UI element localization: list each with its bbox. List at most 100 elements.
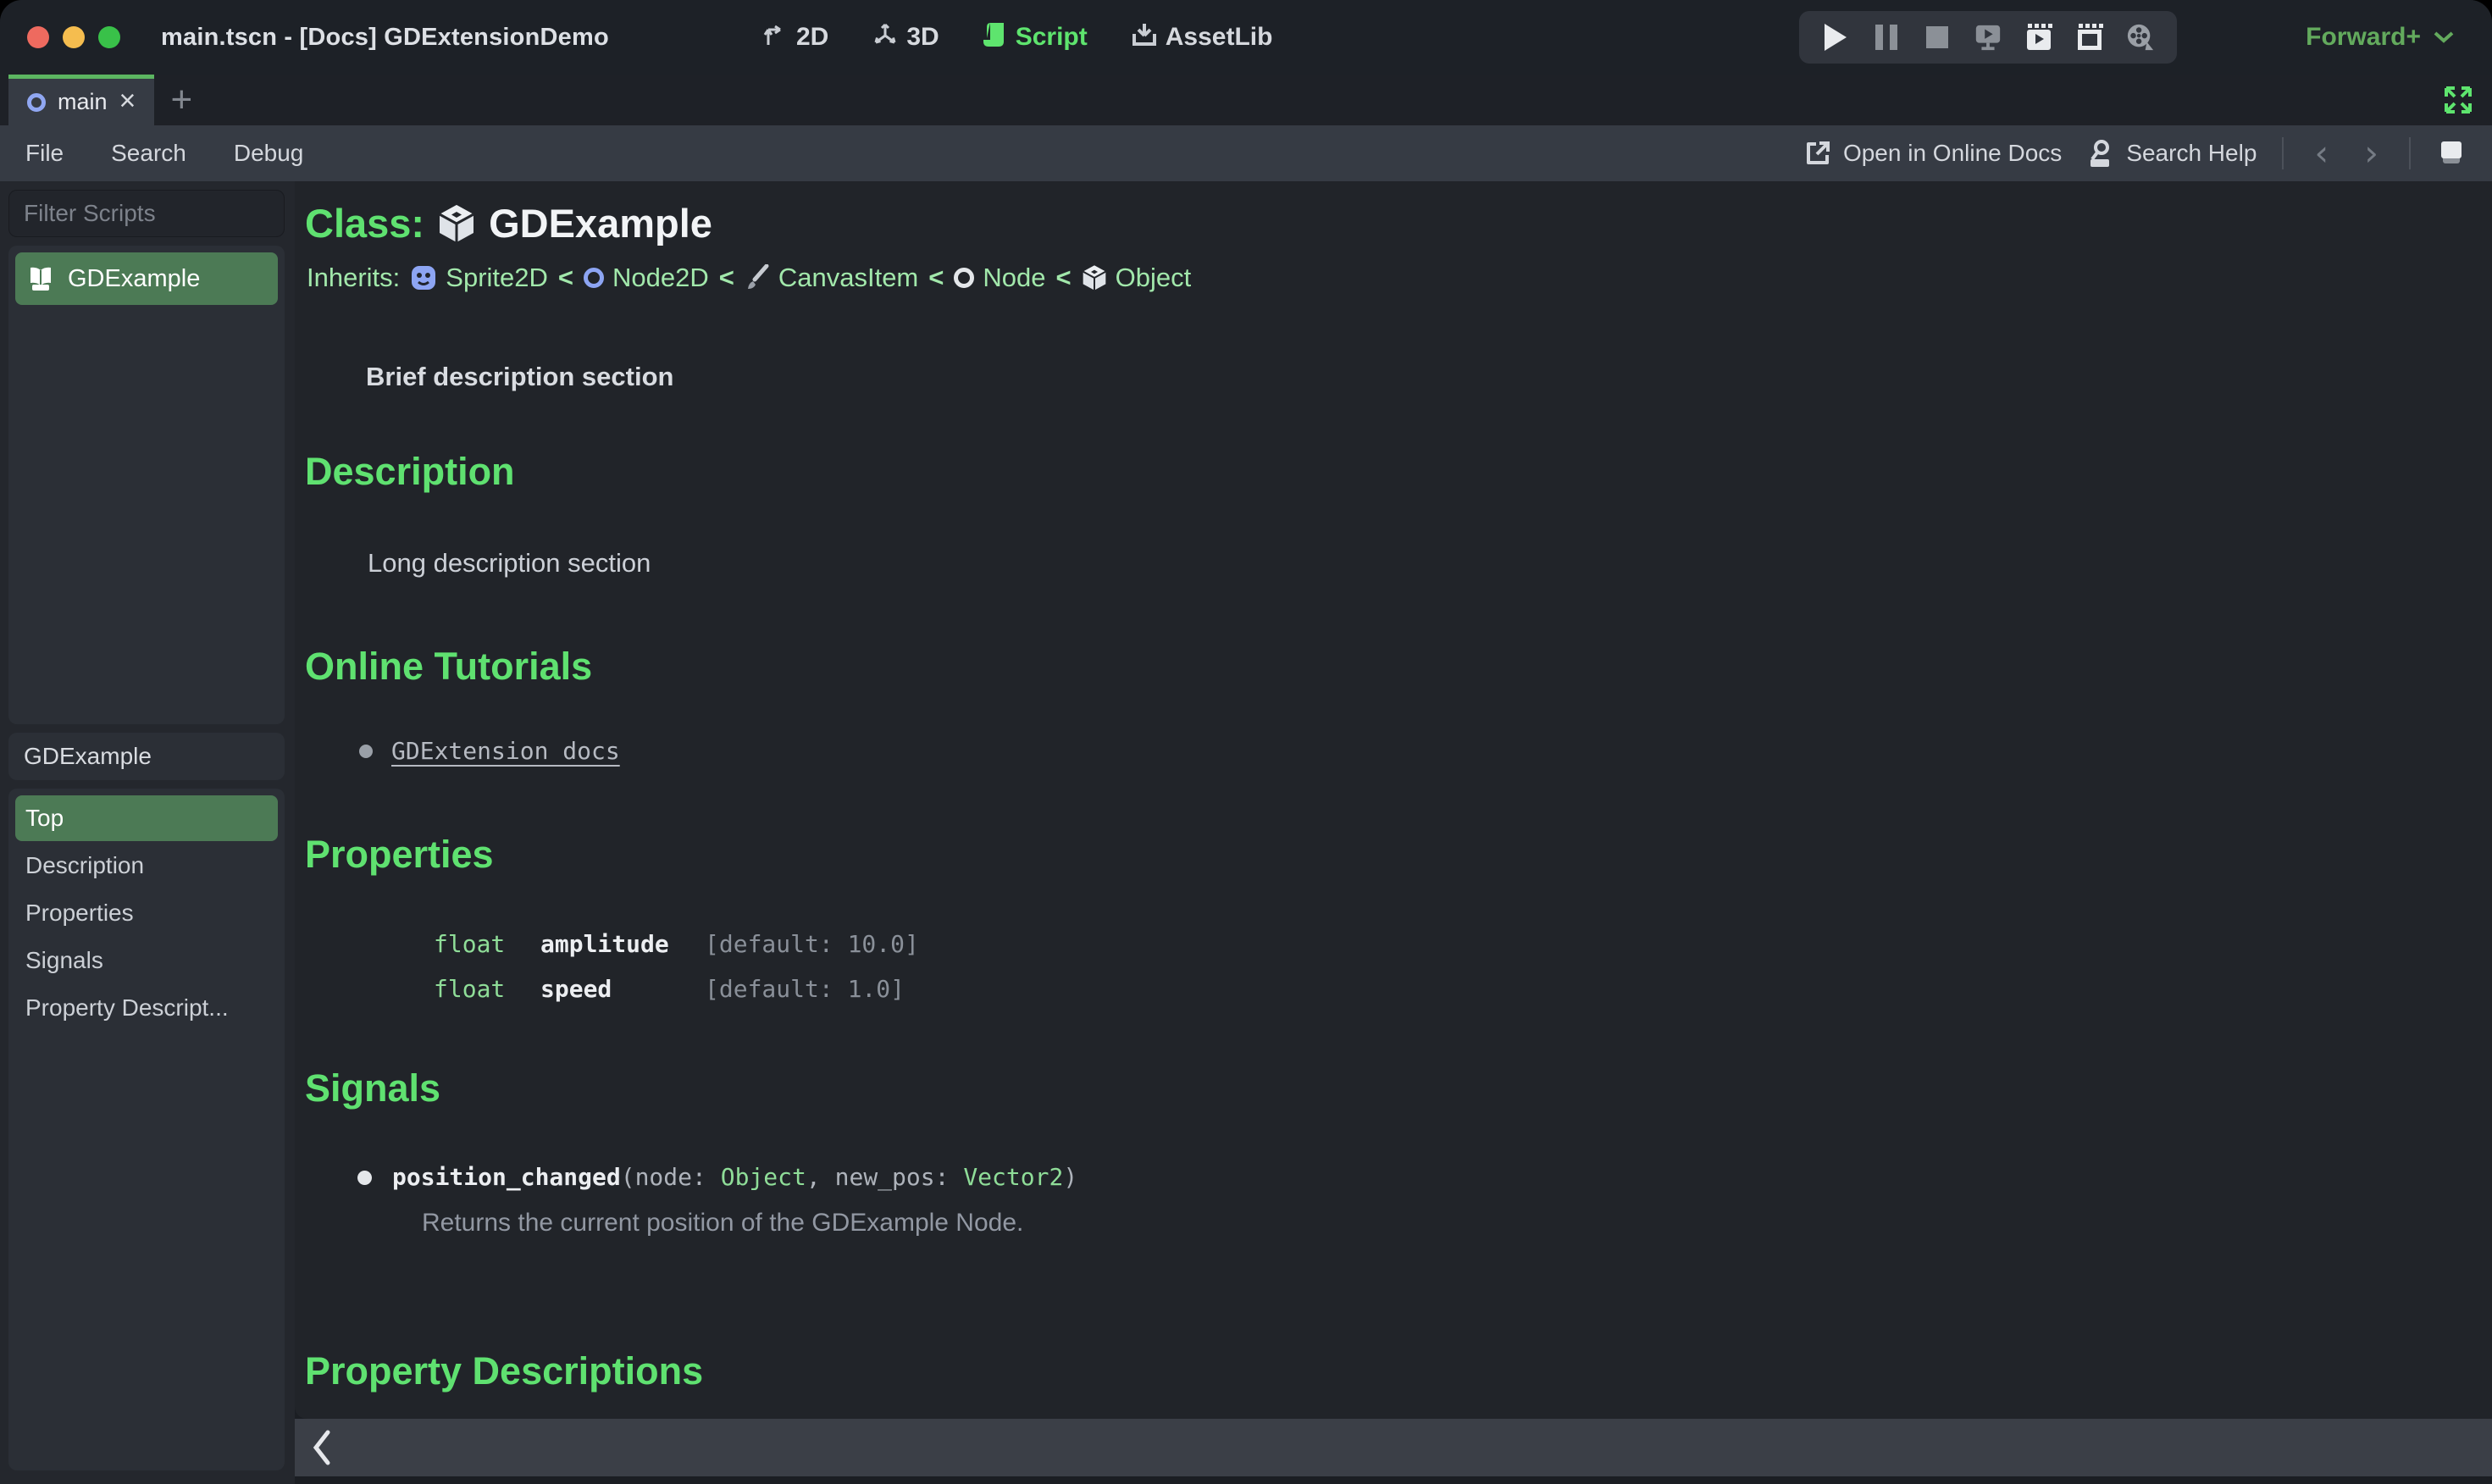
minimize-window-button[interactable] [63,26,85,48]
properties-heading: Properties [305,833,494,876]
class-doc-panel: Class: GDExample Inherits: Sprite2D < No… [295,181,2492,1419]
member-item-property-descriptions[interactable]: Property Descript... [15,985,278,1031]
playback-toolbar [1799,11,2177,64]
member-item-top[interactable]: Top [15,795,278,841]
external-link-icon [1806,141,1830,164]
search-help-icon [2091,140,2110,167]
history-back-button[interactable]: ‹ [2309,136,2334,171]
member-item-signals[interactable]: Signals [15,938,278,983]
property-default: [default: 10.0] [705,930,919,958]
node2d-icon [584,268,604,288]
remote-debug-button[interactable] [1974,23,2002,52]
node-icon [954,268,975,288]
inherits-node2d-link[interactable]: Node2D [584,261,709,295]
object-type-link[interactable]: Object [721,1163,806,1191]
bottom-filler [295,1476,2492,1484]
script-item-gdexample[interactable]: GDExample [15,252,278,305]
movie-maker-button[interactable] [2126,23,2155,52]
menu-debug[interactable]: Debug [234,140,304,167]
inherits-canvasitem-link[interactable]: CanvasItem [745,261,918,295]
filter-scripts-input[interactable] [22,199,331,228]
scripts-sidebar: GDExample GDExample Top Description Prop… [0,181,331,1484]
vector2-type-link[interactable]: Vector2 [963,1163,1063,1191]
property-type-link[interactable]: float [434,930,540,958]
object-cube-icon [439,205,474,242]
workspace-script-button[interactable]: Script [983,21,1088,53]
member-item-properties[interactable]: Properties [15,890,278,936]
open-online-docs-button[interactable]: Open in Online Docs [1804,140,2062,167]
workspace-2d-button[interactable]: 2D [762,22,828,53]
property-name[interactable]: speed [540,975,705,1003]
menu-file[interactable]: File [25,140,64,167]
signal-bullet-icon [357,1170,372,1185]
online-tutorials-heading: Online Tutorials [305,645,593,688]
menu-items: File Search Debug [25,140,303,167]
class-name: GDExample [489,201,712,246]
distraction-free-button[interactable] [2441,83,2475,117]
history-forward-button[interactable]: › [2359,136,2384,171]
brief-description: Brief description section [366,362,674,391]
stop-icon [1926,26,1948,48]
property-type-link[interactable]: float [434,975,540,1003]
separator [2282,137,2284,169]
property-descriptions-heading: Property Descriptions [305,1349,704,1393]
play-button[interactable] [1821,23,1850,52]
doc-main-area: Class: GDExample Inherits: Sprite2D < No… [295,181,2492,1484]
3d-icon [872,22,898,53]
tutorial-item: GDExtension docs [359,735,2492,767]
member-panel-header: GDExample [8,732,285,780]
close-window-button[interactable] [27,26,49,48]
menu-right-tools: Open in Online Docs Search Help ‹ › [1804,136,2467,171]
play-custom-scene-icon [2078,24,2103,50]
panels-icon[interactable] [2436,138,2467,169]
remote-debug-icon [1975,25,2001,51]
canvasitem-brush-icon [747,264,769,289]
property-name[interactable]: amplitude [540,930,705,958]
movie-maker-icon [2127,24,2154,51]
renderer-label: Forward+ [2306,23,2421,51]
stop-button[interactable] [1923,23,1952,52]
gdextension-docs-link[interactable]: GDExtension docs [391,735,620,767]
inherits-line: Inherits: Sprite2D < Node2D < CanvasItem [307,261,2492,295]
chevron-down-icon [2434,31,2454,43]
class-label: Class: [305,201,425,246]
class-title: Class: GDExample [305,200,2492,247]
script-icon [983,21,1007,53]
pause-button[interactable] [1872,23,1901,52]
signal-signature: position_changed(node: Object, new_pos: … [392,1163,1078,1191]
renderer-selector[interactable]: Forward+ [2306,0,2455,75]
play-scene-button[interactable] [2024,23,2053,52]
2d-icon [762,22,788,53]
close-tab-icon[interactable]: × [119,86,136,115]
object-cube-icon [1082,265,1106,291]
menu-search[interactable]: Search [111,140,186,167]
node2d-icon [27,92,46,112]
collapse-panel-chevron-icon[interactable] [310,1429,332,1466]
inherits-sprite2d-link[interactable]: Sprite2D [410,261,548,295]
play-custom-scene-button[interactable] [2075,23,2104,52]
sprite2d-icon [412,266,436,290]
scripts-list: GDExample [8,246,285,724]
property-default: [default: 1.0] [705,975,905,1003]
signals-heading: Signals [305,1066,441,1110]
tab-main[interactable]: main × [8,75,155,125]
play-scene-icon [2027,24,2052,50]
description-heading: Description [305,450,515,493]
add-tab-button[interactable]: + [154,75,208,125]
godot-editor-window: main.tscn - [Docs] GDExtensionDemo 2D 3D… [0,0,2492,1484]
expand-icon [2445,86,2472,114]
doc-book-icon [30,267,51,291]
description-body: Long description section [368,548,651,578]
zoom-window-button[interactable] [98,26,120,48]
inherits-node-link[interactable]: Node [954,261,1045,295]
signal-item: position_changed(node: Object, new_pos: … [357,1160,2492,1194]
title-bar: main.tscn - [Docs] GDExtensionDemo 2D 3D… [0,0,2492,75]
inherits-object-link[interactable]: Object [1082,261,1191,295]
member-item-description[interactable]: Description [15,843,278,889]
filter-scripts-box [8,190,331,237]
properties-table: float amplitude [default: 10.0] float sp… [434,930,2492,1003]
workspace-assetlib-button[interactable]: AssetLib [1132,22,1272,53]
workspace-3d-button[interactable]: 3D [872,22,939,53]
window-title: main.tscn - [Docs] GDExtensionDemo [161,23,609,51]
search-help-button[interactable]: Search Help [2087,139,2257,168]
